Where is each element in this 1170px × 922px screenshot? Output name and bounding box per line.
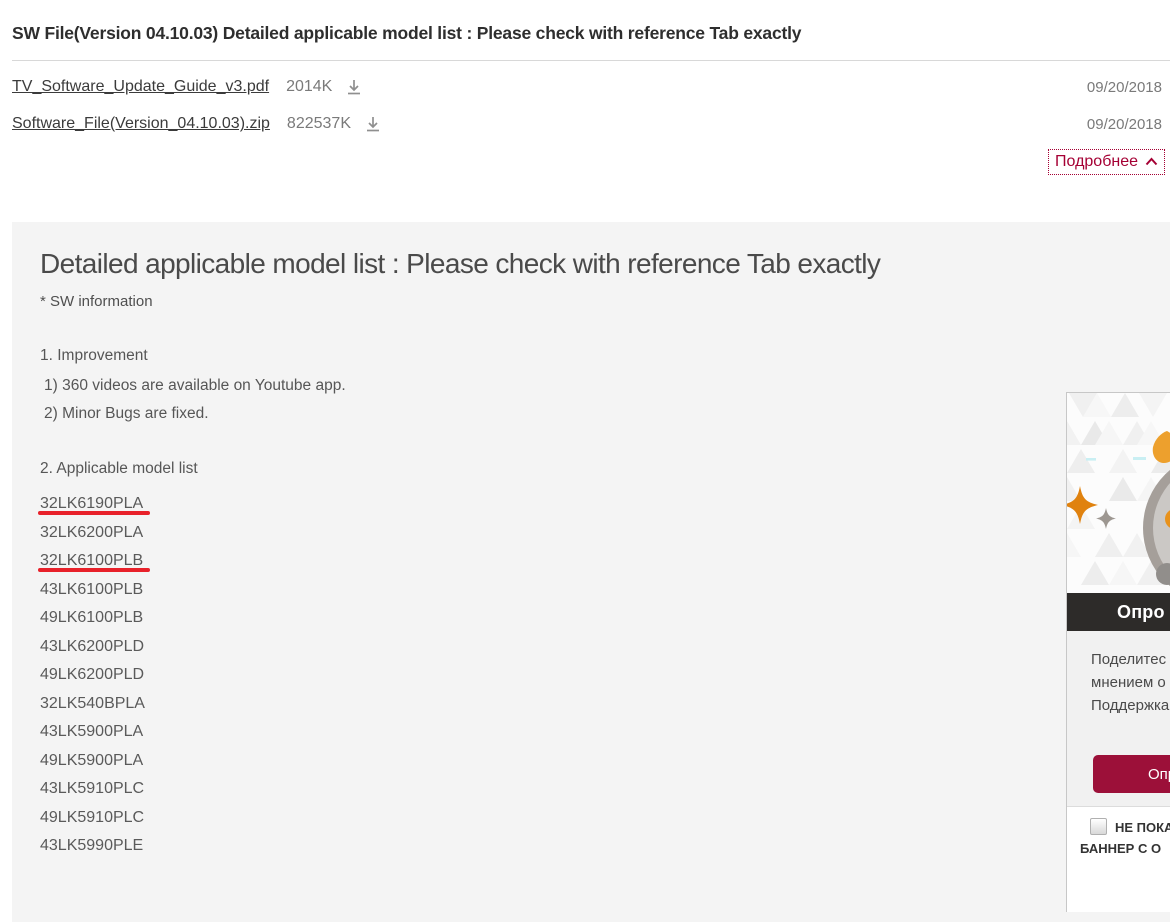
red-underline-highlight <box>38 568 150 572</box>
model-item: 43LK5990PLE <box>40 832 145 861</box>
survey-banner-title: Опро <box>1067 602 1165 623</box>
survey-popup: Опро Поделитес мнением о Поддержка Опр Н… <box>1066 392 1170 912</box>
survey-text-line: Поделитес <box>1091 651 1166 668</box>
file-date: 09/20/2018 <box>1087 79 1162 96</box>
survey-text-line: мнением о <box>1091 674 1166 691</box>
download-icon[interactable] <box>345 78 363 96</box>
file-size: 822537K <box>287 115 351 133</box>
download-row: Software_File(Version_04.10.03).zip 8225… <box>12 112 1162 136</box>
improvement-item: 2) Minor Bugs are fixed. <box>44 405 209 423</box>
dont-show-label-line2[interactable]: БАННЕР С О <box>1080 841 1161 856</box>
model-list: 32LK6190PLA 32LK6200PLA 32LK6100PLB 43LK… <box>40 490 145 861</box>
dont-show-label-line1[interactable]: НЕ ПОКА <box>1115 820 1170 835</box>
survey-body: Поделитес мнением о Поддержка Опр <box>1067 631 1170 806</box>
details-panel: Detailed applicable model list : Please … <box>12 222 1170 922</box>
dont-show-checkbox[interactable] <box>1090 818 1107 835</box>
model-item: 32LK6200PLA <box>40 519 145 548</box>
file-date: 09/20/2018 <box>1087 116 1162 133</box>
details-toggle-button[interactable]: Подробнее <box>1048 149 1165 175</box>
model-item: 43LK5900PLA <box>40 718 145 747</box>
header-divider <box>12 60 1170 61</box>
model-item: 49LK5910PLC <box>40 804 145 833</box>
red-underline-highlight <box>38 511 150 515</box>
model-item: 49LK6200PLD <box>40 661 145 690</box>
page-title: SW File(Version 04.10.03) Detailed appli… <box>12 23 801 44</box>
sparkle-dash <box>1086 458 1096 461</box>
sparkle-dash <box>1133 457 1146 460</box>
model-item: 32LK6190PLA <box>40 490 145 519</box>
details-toggle-label: Подробнее <box>1055 153 1138 171</box>
improvement-heading: 1. Improvement <box>40 347 148 365</box>
model-item: 43LK6200PLD <box>40 633 145 662</box>
download-file-link[interactable]: Software_File(Version_04.10.03).zip <box>12 115 270 133</box>
survey-footer: НЕ ПОКА БАННЕР С О <box>1067 806 1170 912</box>
file-size: 2014K <box>286 78 332 96</box>
panel-title: Detailed applicable model list : Please … <box>40 248 880 280</box>
model-list-heading: 2. Applicable model list <box>40 460 198 478</box>
chevron-up-icon <box>1145 157 1158 166</box>
download-file-link[interactable]: TV_Software_Update_Guide_v3.pdf <box>12 78 269 96</box>
model-item: 49LK5900PLA <box>40 747 145 776</box>
download-row: TV_Software_Update_Guide_v3.pdf 2014K 09… <box>12 75 1162 99</box>
sw-information-label: * SW information <box>40 293 153 310</box>
survey-text-line: Поддержка <box>1091 697 1169 714</box>
model-item: 32LK6100PLB <box>40 547 145 576</box>
improvement-item: 1) 360 videos are available on Youtube a… <box>44 377 346 395</box>
survey-banner: Опро <box>1067 593 1170 631</box>
survey-button[interactable]: Опр <box>1093 755 1170 793</box>
download-icon[interactable] <box>364 115 382 133</box>
mascot-illustration <box>1067 393 1170 593</box>
model-item: 43LK6100PLB <box>40 576 145 605</box>
model-item: 49LK6100PLB <box>40 604 145 633</box>
model-item: 32LK540BPLA <box>40 690 145 719</box>
model-item: 43LK5910PLC <box>40 775 145 804</box>
